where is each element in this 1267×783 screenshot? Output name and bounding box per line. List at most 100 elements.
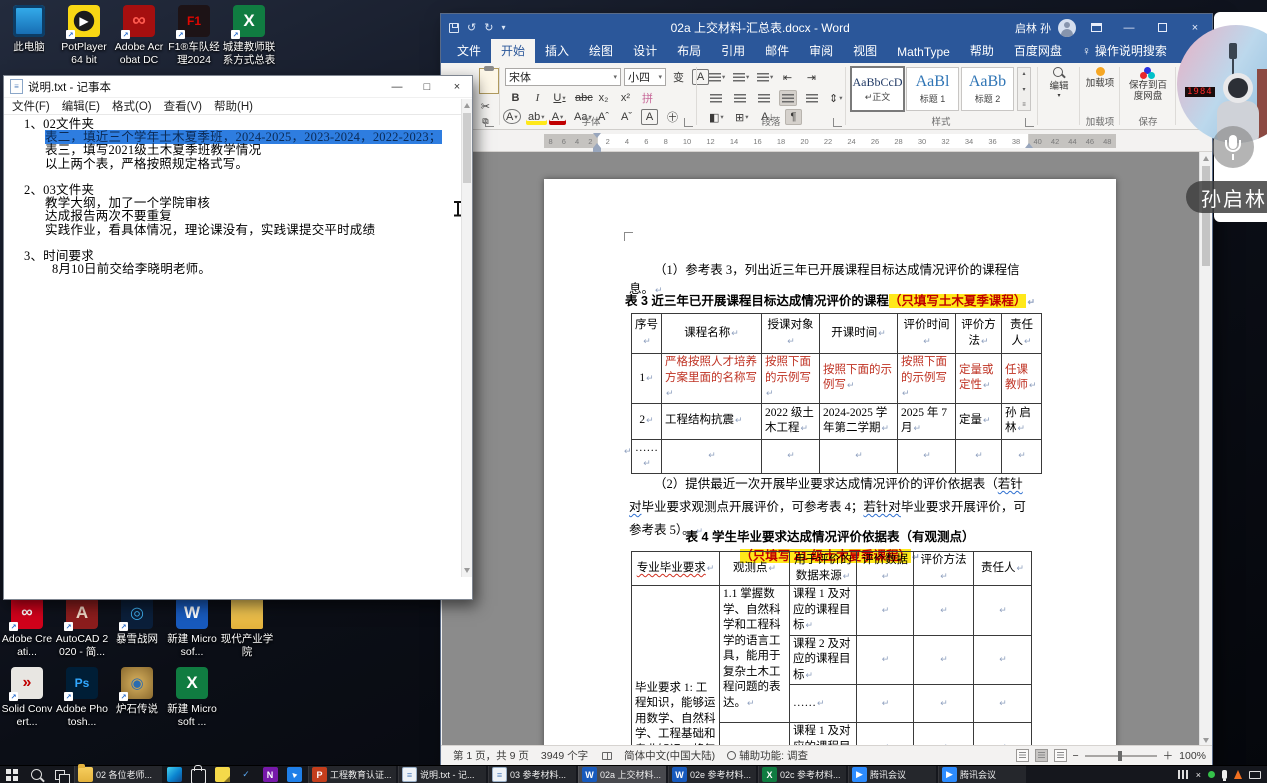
notepad-text-area[interactable]: 1、02文件夹表二，填近三个学年土木夏季班，2024-2025，2023-202… — [4, 115, 472, 600]
desktop-icon-excel[interactable]: X↗城建教师联系方式总表8.... — [222, 4, 276, 67]
taskbar-pinned-store[interactable] — [186, 766, 210, 783]
font-name-combo[interactable]: 宋体▾ — [505, 68, 621, 86]
tab-绘图[interactable]: 绘图 — [579, 39, 623, 63]
notepad-scroll-down-icon[interactable] — [464, 568, 470, 573]
minimize-icon[interactable]: — — [1116, 15, 1142, 40]
addins-button[interactable]: 加载项 — [1085, 67, 1115, 90]
character-shading-button[interactable]: A▾ — [503, 109, 521, 124]
start-button[interactable] — [0, 766, 24, 783]
desktop-icon-ps[interactable]: Ps↗Adobe Photosh... — [55, 666, 109, 728]
notepad-maximize-icon[interactable]: □ — [412, 76, 442, 97]
zoom-slider-thumb[interactable] — [1118, 751, 1122, 761]
tab-审阅[interactable]: 审阅 — [799, 39, 843, 63]
underline-button[interactable]: U▾ — [551, 90, 568, 106]
style-标题 2[interactable]: AaBb标题 2 — [961, 67, 1014, 111]
distribute-button[interactable] — [803, 90, 820, 106]
paragraph-dialog-launcher-icon[interactable] — [833, 118, 842, 127]
notepad-menu-item[interactable]: 帮助(H) — [208, 98, 259, 114]
clipboard-dialog-launcher-icon[interactable] — [485, 118, 494, 127]
desktop-icon-cc[interactable]: ∞↗Adobe Creati... — [0, 596, 54, 658]
styles-dialog-launcher-icon[interactable] — [1025, 118, 1034, 127]
save-to-baidu-button[interactable]: 保存到百度网盘 — [1125, 67, 1171, 103]
desktop-icon-acrobat[interactable]: ∞↗Adobe Acrobat DC — [112, 4, 166, 66]
notepad-titlebar[interactable]: ≡ 说明.txt - 记事本 — □ × — [4, 76, 472, 98]
save-icon[interactable] — [449, 23, 459, 33]
web-layout-button[interactable] — [1054, 749, 1067, 762]
print-layout-button[interactable] — [1035, 749, 1048, 762]
taskbar-item-word[interactable]: W02e 参考材料... — [668, 766, 756, 783]
font-size-combo[interactable]: 小四▾ — [624, 68, 666, 86]
style-↵正文[interactable]: AaBbCcD↵正文 — [851, 67, 904, 111]
taskbar-item-ppt[interactable]: P工程教育认证... — [308, 766, 396, 783]
document-page[interactable]: （1）参考表 3，列出近三年已开展课程目标达成情况评价的课程信息。↵ 表 3 近… — [544, 179, 1116, 747]
word-titlebar[interactable]: ↺ ↻ ▾ 02a 上交材料-汇总表.docx - Word 启林 孙 — × — [441, 14, 1212, 41]
desktop-icon-bnet[interactable]: ◎↗暴雪战网 — [110, 596, 164, 646]
increase-indent-button[interactable]: ⇥ — [803, 69, 820, 85]
tray-flame-icon[interactable] — [1234, 770, 1242, 779]
taskbar-item-meeting[interactable]: ▶腾讯会议 — [938, 766, 1026, 783]
phonetic-field-button[interactable]: 拼 — [639, 90, 656, 106]
scroll-up-icon[interactable] — [1203, 156, 1209, 161]
taskbar-item-word[interactable]: W02a 上交材料... — [578, 766, 666, 783]
redo-icon[interactable]: ↻ — [484, 21, 493, 34]
desktop-icon-f1[interactable]: F1↗F1®车队经理2024 — [167, 4, 221, 66]
taskbar-item-notepad[interactable]: ≡说明.txt - 记... — [398, 766, 486, 783]
styles-gallery-scroll[interactable]: ▴▾≡ — [1017, 67, 1031, 111]
zoom-in-button[interactable]: ＋ — [1163, 748, 1174, 763]
tray-chart-icon[interactable] — [1178, 770, 1189, 779]
desktop-icon-solid[interactable]: »↗Solid Convert... — [0, 666, 54, 728]
taskbar-pinned-onenote[interactable]: N — [258, 766, 282, 783]
subscript-button[interactable]: x₂ — [595, 90, 612, 106]
tab-设计[interactable]: 设计 — [623, 39, 667, 63]
notepad-menu-item[interactable]: 文件(F) — [6, 98, 56, 114]
notepad-scrollbar[interactable] — [461, 99, 472, 577]
horizontal-ruler[interactable]: 8642 2468101214161820222426283032343638 … — [441, 130, 1212, 152]
multilevel-list-button[interactable]: ▾ — [755, 69, 775, 85]
font-dialog-launcher-icon[interactable] — [684, 118, 693, 127]
tab-文件[interactable]: 文件 — [447, 39, 491, 63]
desktop-icon-folder[interactable]: 现代产业学院 — [220, 596, 274, 658]
word-count[interactable]: 3949 个字 — [541, 748, 588, 763]
read-mode-button[interactable] — [1016, 749, 1029, 762]
text-highlight-button[interactable]: ab▾ — [526, 109, 547, 125]
zoom-slider[interactable] — [1085, 755, 1157, 757]
enclose-character-button[interactable]: ㊉ — [664, 109, 681, 125]
undo-icon[interactable]: ↺ — [467, 21, 476, 34]
microphone-button[interactable] — [1212, 126, 1254, 168]
line-spacing-button[interactable]: ⇕▾ — [827, 90, 844, 106]
ribbon-display-options-icon[interactable] — [1083, 15, 1109, 40]
align-right-button[interactable] — [755, 90, 772, 106]
first-line-indent-marker[interactable] — [593, 133, 601, 138]
tray-dot-icon[interactable] — [1208, 771, 1215, 778]
zoom-level[interactable]: 100% — [1179, 750, 1206, 762]
notepad-minimize-icon[interactable]: — — [382, 76, 412, 97]
taskbar-pinned-dove[interactable] — [282, 766, 306, 783]
taskbar-item-excel[interactable]: X02c 参考材料... — [758, 766, 846, 783]
right-indent-marker[interactable] — [1025, 143, 1033, 148]
numbering-button[interactable]: ▾ — [731, 69, 751, 85]
notepad-close-icon[interactable]: × — [442, 76, 472, 97]
tab-帮助[interactable]: 帮助 — [960, 39, 1004, 63]
tray-person-icon[interactable]: × — [1196, 770, 1201, 780]
document-area[interactable]: （1）参考表 3，列出近三年已开展课程目标达成情况评价的课程信息。↵ 表 3 近… — [442, 152, 1201, 747]
desktop-icon-autocad[interactable]: A↗AutoCAD 2020 - 简... — [55, 596, 109, 658]
notepad-menu-item[interactable]: 查看(V) — [158, 98, 208, 114]
tray-kb-icon[interactable] — [1249, 771, 1261, 779]
justify-button[interactable] — [779, 90, 797, 106]
decrease-indent-button[interactable]: ⇤ — [779, 69, 796, 85]
italic-button[interactable]: I — [529, 90, 546, 106]
taskbar-pinned-todo[interactable]: ✓ — [234, 766, 258, 783]
tab-百度网盘[interactable]: 百度网盘 — [1004, 39, 1072, 63]
character-scale-button[interactable]: A — [641, 109, 658, 125]
accessibility-status[interactable]: 辅助功能: 调查 — [727, 748, 808, 763]
bullets-button[interactable]: ▾ — [707, 69, 727, 85]
page-indicator[interactable]: 第 1 页，共 9 页 — [453, 748, 529, 763]
style-标题 1[interactable]: AaBl标题 1 — [906, 67, 959, 111]
account-name[interactable]: 启林 孙 — [1015, 20, 1051, 36]
bold-button[interactable]: B — [507, 90, 524, 106]
tray-mic-icon[interactable] — [1222, 770, 1227, 779]
strikethrough-button[interactable]: abc — [573, 90, 595, 106]
tell-me-search[interactable]: ♀操作说明搜索 — [1072, 39, 1177, 63]
tab-视图[interactable]: 视图 — [843, 39, 887, 63]
desktop-icon-word[interactable]: W新建 Microsof... — [165, 596, 219, 658]
